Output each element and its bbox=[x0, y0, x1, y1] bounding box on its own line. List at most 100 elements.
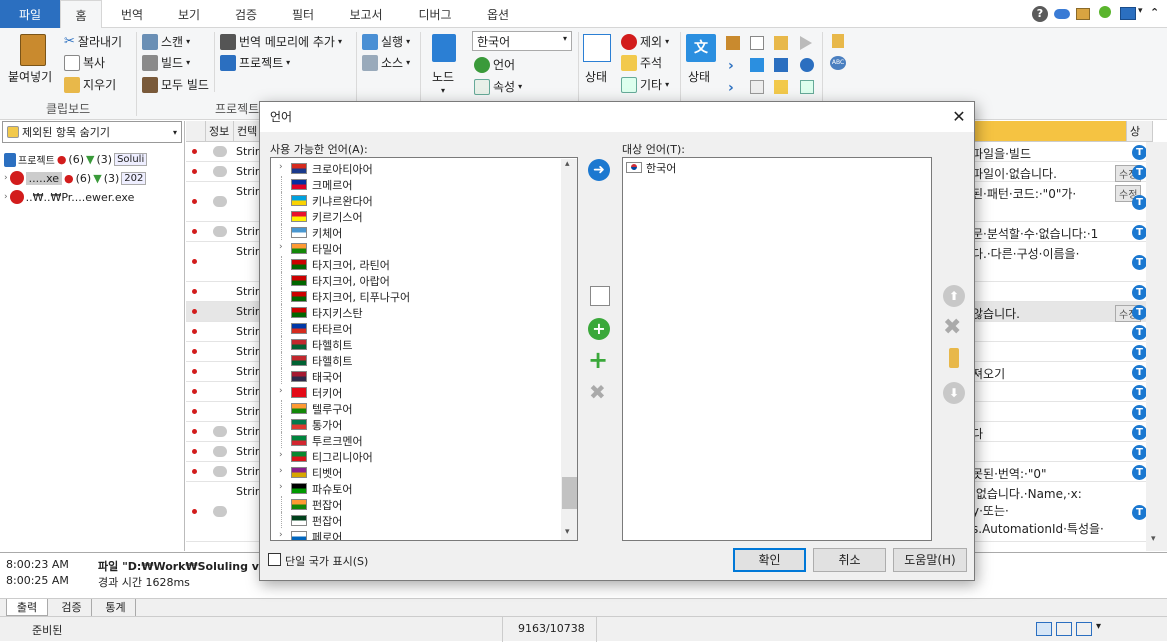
expand-icon[interactable]: › bbox=[4, 173, 8, 183]
comment-icon[interactable] bbox=[213, 196, 227, 207]
node-dropdown-icon[interactable]: ▾ bbox=[441, 86, 445, 95]
language-item[interactable]: 펀잡어 bbox=[271, 512, 561, 528]
grid-view-icon[interactable] bbox=[1036, 622, 1052, 636]
move-down-icon[interactable]: ⬇ bbox=[943, 382, 965, 404]
tab-statistics[interactable]: 통계 bbox=[96, 599, 136, 616]
target-languages-list[interactable]: 한국어 bbox=[622, 157, 932, 541]
comment-icon[interactable] bbox=[213, 466, 227, 477]
tab-translate[interactable]: 번역 bbox=[108, 0, 156, 28]
language-item[interactable]: › 페로어 bbox=[271, 528, 561, 540]
translation-cell[interactable]: 파일을·빌드 bbox=[972, 145, 1031, 162]
language-item[interactable]: 키냐르완다어 bbox=[271, 192, 561, 208]
scan-button[interactable]: 스캔 ▾ bbox=[142, 33, 190, 50]
translation-cell[interactable]: 파일이·없습니다. bbox=[972, 165, 1057, 182]
language-item[interactable]: 타지크어, 라틴어 bbox=[271, 256, 561, 272]
property-button[interactable]: 속성 ▾ bbox=[474, 78, 522, 95]
language-item[interactable]: 타지크어, 아랍어 bbox=[271, 272, 561, 288]
translated-state-icon[interactable]: T bbox=[1132, 165, 1147, 180]
status2-button[interactable]: 상태 bbox=[688, 68, 710, 85]
translated-state-icon[interactable]: T bbox=[1132, 505, 1147, 520]
translated-state-icon[interactable]: T bbox=[1132, 255, 1147, 270]
grid-header-info[interactable]: 정보 bbox=[206, 121, 234, 142]
translated-state-icon[interactable]: T bbox=[1132, 325, 1147, 340]
translated-state-icon[interactable]: T bbox=[1132, 405, 1147, 420]
language-item[interactable]: 타헬히트 bbox=[271, 352, 561, 368]
tab-home[interactable]: 홈 bbox=[60, 0, 102, 29]
translated-state-icon[interactable]: T bbox=[1132, 385, 1147, 400]
language-item[interactable]: 타지키스탄 bbox=[271, 304, 561, 320]
language-item[interactable]: › 타밀어 bbox=[271, 240, 561, 256]
translation-cell[interactable]: 져오기 bbox=[972, 365, 1005, 382]
tab-options[interactable]: 옵션 bbox=[474, 0, 522, 28]
comment-button[interactable]: 주석 bbox=[621, 54, 662, 71]
translation-cell[interactable]: 다.·다른·구성·이름을· bbox=[972, 245, 1079, 262]
tab-file[interactable]: 파일 bbox=[0, 0, 60, 28]
comment-icon[interactable] bbox=[213, 446, 227, 457]
single-country-checkbox[interactable] bbox=[268, 553, 281, 566]
exclude-button[interactable]: 제외 ▾ bbox=[621, 33, 669, 50]
expand-icon[interactable]: › bbox=[279, 466, 283, 476]
language-item[interactable]: 크메르어 bbox=[271, 176, 561, 192]
scroll-up-icon[interactable]: ▴ bbox=[565, 159, 570, 169]
translation-cell[interactable]: ·없습니다.·Name,·x: bbox=[972, 485, 1082, 502]
plus-icon[interactable]: + bbox=[588, 348, 608, 372]
cancel-button[interactable]: 취소 bbox=[813, 548, 886, 572]
translated-state-icon[interactable]: T bbox=[1132, 305, 1147, 320]
help-icon[interactable]: ? bbox=[1032, 6, 1048, 22]
translation-cell[interactable]: 않습니다. bbox=[972, 305, 1020, 322]
source-button[interactable]: 소스 ▾ bbox=[362, 54, 410, 71]
cut-button[interactable]: ✂ 잘라내기 bbox=[64, 33, 122, 50]
filter-dropdown[interactable]: 제외된 항목 숨기기 ▾ bbox=[2, 121, 182, 143]
node-button[interactable]: 노드 bbox=[432, 68, 454, 85]
project-button[interactable]: 프로젝트 ▾ bbox=[220, 54, 290, 71]
play-icon[interactable] bbox=[800, 36, 812, 50]
comment-icon[interactable] bbox=[213, 226, 227, 237]
translated-state-icon[interactable]: T bbox=[1132, 465, 1147, 480]
comment-icon[interactable] bbox=[213, 166, 227, 177]
copy-blue-icon[interactable] bbox=[774, 58, 788, 72]
expand-icon[interactable]: › bbox=[279, 450, 283, 460]
add-language-arrow-icon[interactable]: ➜ bbox=[588, 159, 610, 181]
box-icon[interactable] bbox=[750, 58, 764, 72]
dropdown-icon[interactable]: ▾ bbox=[1138, 6, 1143, 16]
language-item[interactable]: 태국어 bbox=[271, 368, 561, 384]
view-dropdown-icon[interactable]: ▾ bbox=[1096, 621, 1101, 632]
comment-icon[interactable] bbox=[213, 426, 227, 437]
translated-state-icon[interactable]: T bbox=[1132, 365, 1147, 380]
language-item[interactable]: › 크로아티아어 bbox=[271, 160, 561, 176]
scroll-thumb[interactable] bbox=[562, 477, 577, 509]
check-icon[interactable] bbox=[800, 80, 814, 94]
close-icon[interactable]: ✕ bbox=[944, 102, 974, 132]
clipboard-check-icon[interactable] bbox=[750, 80, 764, 94]
comment-icon[interactable] bbox=[213, 146, 227, 157]
hand-icon[interactable] bbox=[726, 36, 740, 50]
translated-state-icon[interactable]: T bbox=[1132, 425, 1147, 440]
language-item[interactable]: 키르기스어 bbox=[271, 208, 561, 224]
language-item[interactable]: 타지크어, 티푸나구어 bbox=[271, 288, 561, 304]
translated-state-icon[interactable]: T bbox=[1132, 285, 1147, 300]
list-view-icon[interactable] bbox=[1056, 622, 1072, 636]
tree-item-viewer[interactable]: › ..₩..₩Pr....ewer.exe bbox=[4, 190, 134, 204]
expand-icon[interactable]: › bbox=[279, 386, 283, 396]
delete-icon[interactable]: ✖ bbox=[943, 316, 961, 340]
tab-debug[interactable]: 디버그 bbox=[405, 0, 465, 28]
brush-icon[interactable] bbox=[832, 34, 844, 48]
language-combo[interactable]: 한국어 ▾ bbox=[472, 31, 572, 51]
edit-language-icon[interactable] bbox=[590, 286, 610, 306]
stack-icon[interactable] bbox=[1076, 8, 1090, 20]
edit-icon[interactable] bbox=[750, 36, 764, 50]
tab-report[interactable]: 보고서 bbox=[336, 0, 396, 28]
build-button[interactable]: 빌드 ▾ bbox=[142, 54, 190, 71]
next-icon[interactable]: › bbox=[728, 58, 734, 74]
note2-icon[interactable] bbox=[774, 80, 788, 94]
expand-icon[interactable]: › bbox=[279, 162, 283, 172]
monitor-icon[interactable] bbox=[1120, 7, 1136, 20]
add-to-tm-button[interactable]: 번역 메모리에 추가 ▾ bbox=[220, 33, 342, 50]
tree-item-exe[interactable]: › .....xe ● (6) ▼ (3) 202 bbox=[4, 171, 147, 185]
wrench-icon[interactable] bbox=[800, 58, 814, 72]
expand-icon[interactable]: › bbox=[4, 192, 8, 202]
ok-button[interactable]: 확인 bbox=[733, 548, 806, 572]
scroll-down-icon[interactable]: ▾ bbox=[1151, 534, 1156, 544]
tab-filter[interactable]: 필터 bbox=[279, 0, 327, 28]
translated-state-icon[interactable]: T bbox=[1132, 345, 1147, 360]
